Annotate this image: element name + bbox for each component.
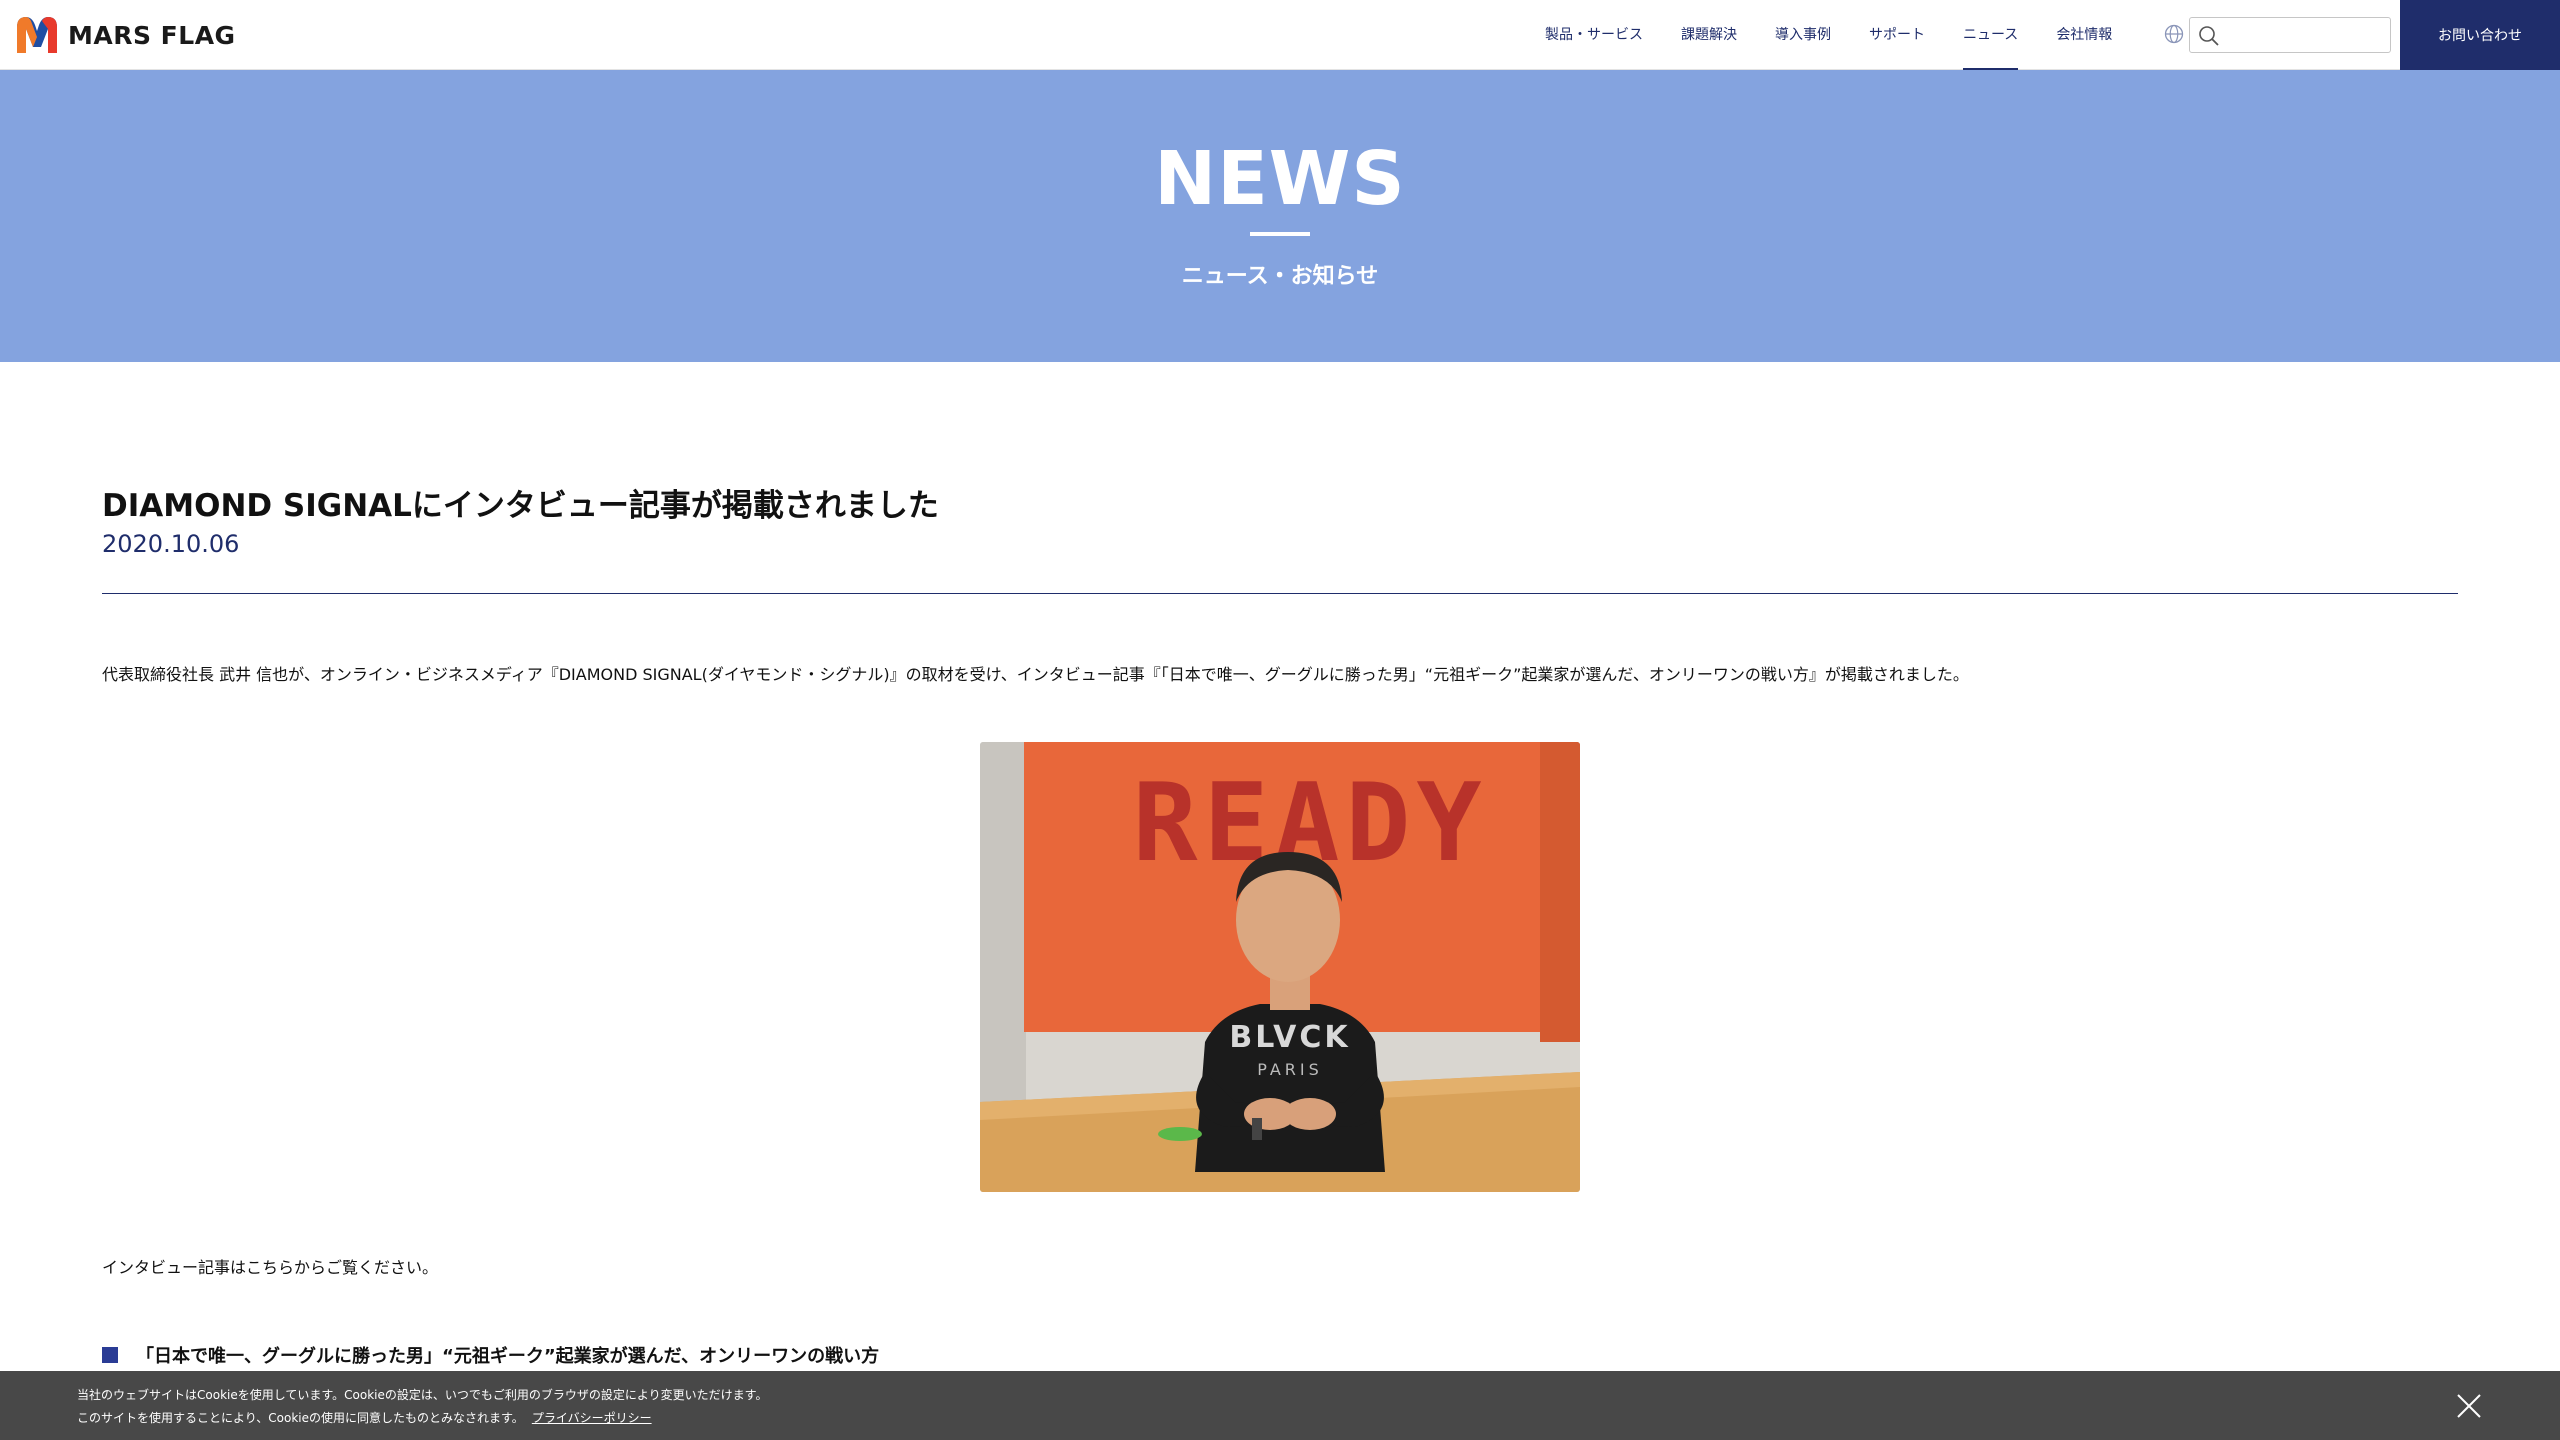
cookie-notice-line2-wrap: このサイトを使用することにより、Cookieの使用に同意したものとみなされます。… — [77, 1409, 652, 1426]
hero-divider — [1250, 232, 1310, 236]
nav-item-support[interactable]: サポート — [1869, 0, 1925, 70]
main-nav: 製品・サービス 課題解決 導入事例 サポート ニュース 会社情報 — [1545, 0, 2150, 70]
photo-shirt-text: BLVCK — [1229, 1020, 1350, 1055]
close-icon[interactable] — [2456, 1393, 2482, 1419]
interview-photo-illustration: READY BLVCK PARIS — [980, 742, 1580, 1192]
nav-item-solutions[interactable]: 課題解決 — [1681, 0, 1737, 70]
nav-item-products[interactable]: 製品・サービス — [1545, 0, 1643, 70]
site-header: MARS FLAG 製品・サービス 課題解決 導入事例 サポート ニュース 会社… — [0, 0, 2560, 70]
article-date: 2020.10.06 — [102, 530, 240, 558]
article-link-intro: インタビュー記事はこちらからご覧ください。 — [102, 1258, 439, 1277]
hero-subtitle: ニュース・お知らせ — [1181, 264, 1379, 289]
site-logo[interactable]: MARS FLAG — [14, 13, 236, 57]
nav-item-case-studies[interactable]: 導入事例 — [1775, 0, 1831, 70]
page-hero: NEWS ニュース・お知らせ — [0, 70, 2560, 362]
logo-text: MARS FLAG — [68, 20, 236, 50]
interview-article-link[interactable]: 「日本で唯一、グーグルに勝った男」“元祖ギーク”起業家が選んだ、オンリーワンの戦… — [136, 1342, 879, 1368]
article-link-row[interactable]: 「日本で唯一、グーグルに勝った男」“元祖ギーク”起業家が選んだ、オンリーワンの戦… — [102, 1342, 879, 1368]
search-input[interactable] — [2224, 18, 2388, 52]
interview-photo: READY BLVCK PARIS — [980, 742, 1580, 1192]
globe-icon[interactable] — [2164, 24, 2184, 44]
mars-flag-logo-icon — [17, 17, 57, 53]
search-box — [2189, 17, 2391, 53]
search-icon[interactable] — [2198, 25, 2220, 47]
hero-title: NEWS — [1154, 136, 1406, 222]
contact-button[interactable]: お問い合わせ — [2400, 0, 2560, 70]
article-body: 代表取締役社長 武井 信也が、オンライン・ビジネスメディア『DIAMOND SI… — [102, 665, 1969, 684]
article-divider — [102, 593, 2458, 594]
cookie-notice-line2: このサイトを使用することにより、Cookieの使用に同意したものとみなされます。 — [77, 1411, 524, 1425]
nav-item-news[interactable]: ニュース — [1963, 0, 2019, 70]
photo-shirt-subtext: PARIS — [1257, 1060, 1323, 1079]
privacy-policy-link[interactable]: プライバシーポリシー — [532, 1411, 652, 1425]
article-title: DIAMOND SIGNALにインタビュー記事が掲載されました — [102, 488, 939, 524]
cookie-banner: 当社のウェブサイトはCookieを使用しています。Cookieの設定は、いつでも… — [0, 1371, 2560, 1440]
nav-item-company[interactable]: 会社情報 — [2056, 0, 2112, 70]
bullet-square-icon — [102, 1347, 118, 1363]
cookie-notice-line1: 当社のウェブサイトはCookieを使用しています。Cookieの設定は、いつでも… — [77, 1388, 768, 1402]
